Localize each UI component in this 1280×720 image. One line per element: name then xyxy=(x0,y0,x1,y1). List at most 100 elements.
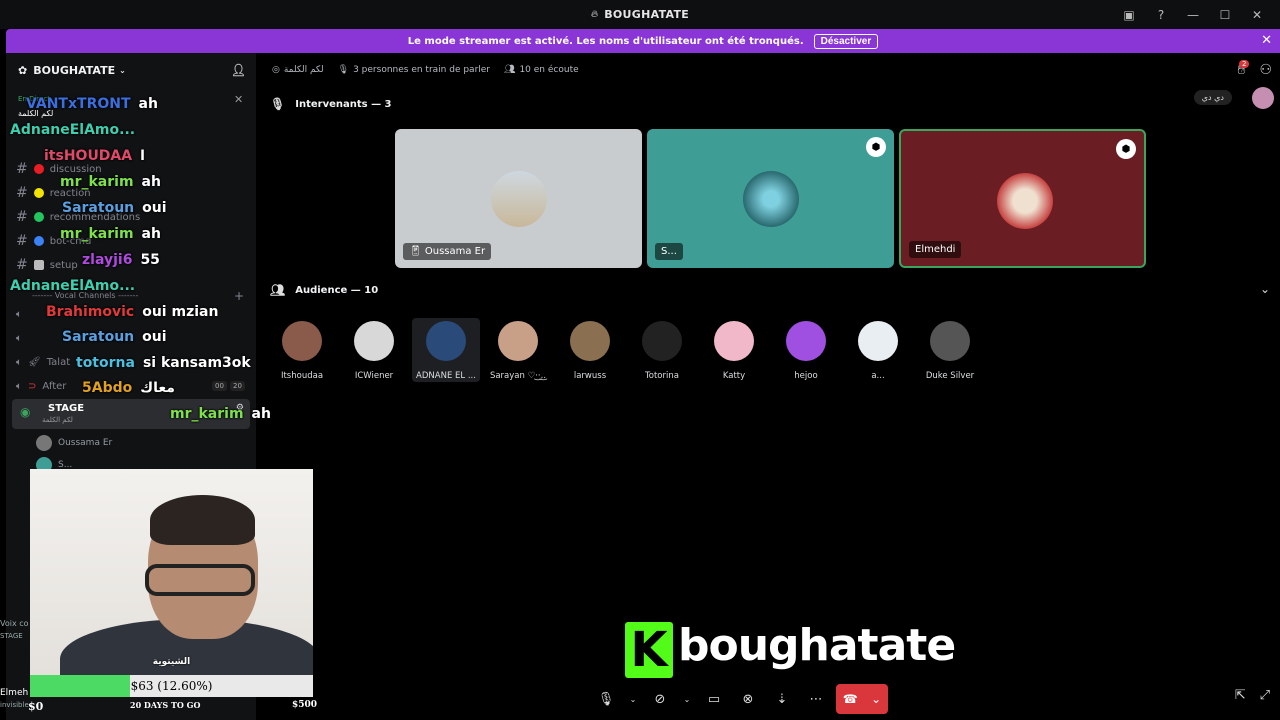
avatar xyxy=(491,171,547,227)
channel-label: After xyxy=(42,381,67,392)
audience-name: Duke Silver xyxy=(925,371,975,381)
stage-topbar: ◎ لكم الكلمة 🎙︎ 3 personnes en train de pa… xyxy=(256,53,1280,87)
chevron-down-icon: ⌄ xyxy=(119,65,126,75)
voice-channel-1[interactable]: 🔈︎ xyxy=(16,309,22,320)
microphone-icon: 🎙︎ xyxy=(337,65,350,75)
chevron-down-icon[interactable]: ⌄ xyxy=(626,685,640,713)
user-pill[interactable]: دي دي xyxy=(1193,90,1232,105)
screen-share-icon[interactable]: ▭ xyxy=(700,685,728,713)
voice-channel-talat[interactable]: 🔈︎ 🚀︎ Talat xyxy=(16,357,70,368)
server-name: BOUGHATATE xyxy=(33,63,116,77)
channel-setup[interactable]: # setup xyxy=(16,257,78,273)
server-header[interactable]: ✿ BOUGHATATE ⌄ 👤︎ xyxy=(6,53,256,87)
speaker-tile[interactable]: ⬢ S... xyxy=(647,129,894,268)
goal-max: $500 xyxy=(292,700,318,710)
avatar xyxy=(858,321,898,361)
speaking-info: 🎙︎ 3 personnes en train de parler xyxy=(338,65,490,75)
audience-member[interactable]: hejoo xyxy=(772,318,840,382)
audience-title: Audience — 10 xyxy=(295,284,379,296)
goal-text: $63 (12.60%) xyxy=(130,679,213,693)
minimize-icon[interactable]: — xyxy=(1178,8,1208,22)
chat-message: 5Abdo معاك xyxy=(82,380,175,396)
avatar xyxy=(570,321,610,361)
chat-username: AdnaneElAmo... xyxy=(10,278,136,294)
dismiss-live-icon[interactable]: ✕ xyxy=(234,93,243,106)
screen-share-icon[interactable]: ▣ xyxy=(1114,8,1144,22)
mute-speaker-icon[interactable]: ⊗ xyxy=(734,685,762,713)
speaking-count: 3 personnes en train de parler xyxy=(353,65,491,75)
help-icon[interactable]: ? xyxy=(1146,8,1176,22)
stage-icon: ◉ xyxy=(20,405,31,419)
channel-label: discussion xyxy=(49,163,102,175)
invite-icon[interactable]: 👤︎ xyxy=(231,63,246,77)
close-banner-icon[interactable]: ✕ xyxy=(1261,33,1272,48)
more-options-icon[interactable]: ⋯ xyxy=(802,685,830,713)
move-to-audience-icon[interactable]: ⇣ xyxy=(768,685,796,713)
audience-member[interactable]: Duke Silver xyxy=(916,318,984,382)
close-window-icon[interactable]: ✕ xyxy=(1242,8,1272,22)
chat-message: mr_karim ah xyxy=(60,226,161,242)
stage-controls: 🎙︎ ⌄ ⊘ ⌄ ▭ ⊗ ⇣ ⋯ ☎︎ ⌄ xyxy=(592,684,888,714)
speaker-tile-speaking[interactable]: ⬢ Elmehdi xyxy=(899,129,1146,268)
chat-username: Saratoun xyxy=(62,329,135,345)
avatar[interactable] xyxy=(1252,87,1274,109)
voice-channel-2[interactable]: 🔈︎ xyxy=(16,333,22,344)
camera-off-icon[interactable]: ⊘ xyxy=(646,685,674,713)
chat-username: mr_karim xyxy=(60,174,134,190)
audience-name: Katty xyxy=(722,371,746,381)
speaker-tile[interactable]: 📱︎ Oussama Er xyxy=(395,129,642,268)
audience-member[interactable]: Katty xyxy=(700,318,768,382)
chat-text: oui xyxy=(142,200,167,216)
webcam-label: الشيتوية xyxy=(152,657,191,667)
audience-member[interactable]: larwuss xyxy=(556,318,624,382)
speaker-icon: 🔈︎ xyxy=(16,309,22,320)
chat-username: AdnaneElAmo... xyxy=(10,122,136,138)
stage-user[interactable]: Oussama Er xyxy=(36,435,112,451)
status-dot xyxy=(33,260,44,270)
audience-member[interactable]: a... xyxy=(844,318,912,382)
raise-hand-icon[interactable]: ✋︎ 2 xyxy=(1237,60,1250,78)
audience-header: 👥︎ Audience — 10 xyxy=(270,283,378,297)
chat-username: mr_karim xyxy=(170,406,244,422)
avatar xyxy=(786,321,826,361)
audience-name: Sarayan ♡·͜·.͜. xyxy=(489,371,547,381)
webcam-glasses xyxy=(145,564,255,596)
audience-member[interactable]: ICWiener xyxy=(340,318,408,382)
channel-name: لكم الكلمة xyxy=(283,65,324,75)
avatar xyxy=(426,321,466,361)
hash-icon: # xyxy=(16,233,28,249)
chat-message: AdnaneElAmo... xyxy=(10,122,143,138)
donation-goal-bar: $63 (12.60%) xyxy=(30,675,313,697)
chevron-down-icon[interactable]: ⌄ xyxy=(1260,282,1270,296)
chat-text: ah xyxy=(251,406,271,422)
avatar xyxy=(498,321,538,361)
popout-icon[interactable]: ⇱ xyxy=(1235,688,1246,703)
avatar xyxy=(997,173,1053,229)
audience-member[interactable]: Totorina xyxy=(628,318,696,382)
audience-member[interactable]: ADNANE EL ... xyxy=(412,318,480,382)
fullscreen-icon[interactable]: ⤢ xyxy=(1260,688,1270,703)
listening-count: 10 en écoute xyxy=(519,65,579,75)
speaker-name: Elmehdi xyxy=(915,244,956,255)
audience-member[interactable]: Sarayan ♡·͜·.͜. xyxy=(484,318,552,382)
avatar xyxy=(930,321,970,361)
maximize-icon[interactable]: ☐ xyxy=(1210,8,1240,22)
disable-streamer-mode-button[interactable]: Désactiver xyxy=(813,33,879,49)
add-channel-icon[interactable]: + xyxy=(234,289,244,303)
microphone-icon[interactable]: 🎙︎ xyxy=(592,685,620,713)
rocket-icon: 🚀︎ xyxy=(28,357,41,368)
invite-to-speak-icon[interactable]: ⚇ xyxy=(1259,62,1272,78)
server-icon: ✿ xyxy=(18,63,28,77)
leave-stage-button[interactable]: ☎︎ ⌄ xyxy=(836,684,888,714)
audience-name: hejoo xyxy=(794,371,818,381)
status-dot xyxy=(33,212,44,222)
hash-icon: # xyxy=(16,257,28,273)
voice-channel-after[interactable]: 🔈︎ ⊃ After xyxy=(16,381,66,392)
window-title: BOUGHATATE xyxy=(604,8,690,21)
chat-username: Saratoun xyxy=(62,200,135,216)
current-user-status: invisible xyxy=(0,701,29,709)
chevron-down-icon[interactable]: ⌄ xyxy=(680,685,694,713)
topbar-actions: ✋︎ 2 ⚇ xyxy=(1237,60,1272,78)
audience-member[interactable]: Itshoudaa xyxy=(268,318,336,382)
phone-icon: 📱︎ xyxy=(409,246,425,257)
